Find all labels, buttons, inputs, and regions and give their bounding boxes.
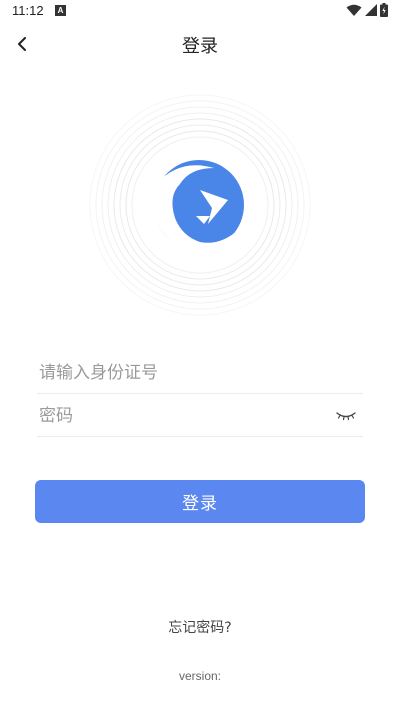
status-time: 11:12	[12, 3, 44, 18]
eye-closed-icon	[336, 412, 356, 421]
status-bar: 11:12 A	[0, 0, 400, 22]
wifi-icon	[346, 4, 362, 16]
id-number-input[interactable]	[37, 352, 363, 393]
nav-bar: 登录	[0, 22, 400, 66]
forgot-password-link[interactable]: 忘记密码?	[0, 617, 400, 637]
login-button[interactable]: 登录	[35, 480, 365, 523]
page-title: 登录	[182, 36, 218, 57]
signal-icon	[365, 4, 377, 16]
battery-icon	[380, 3, 388, 17]
version-label: version:	[178, 669, 222, 683]
password-field	[37, 395, 363, 437]
logo-rings	[89, 94, 311, 316]
password-visibility-toggle[interactable]	[335, 407, 357, 425]
id-number-field	[37, 352, 363, 394]
status-icons	[346, 3, 388, 17]
app-logo-icon	[152, 160, 248, 252]
logo-area	[40, 84, 360, 324]
password-input[interactable]	[37, 395, 363, 436]
notification-icon: A	[55, 5, 66, 16]
